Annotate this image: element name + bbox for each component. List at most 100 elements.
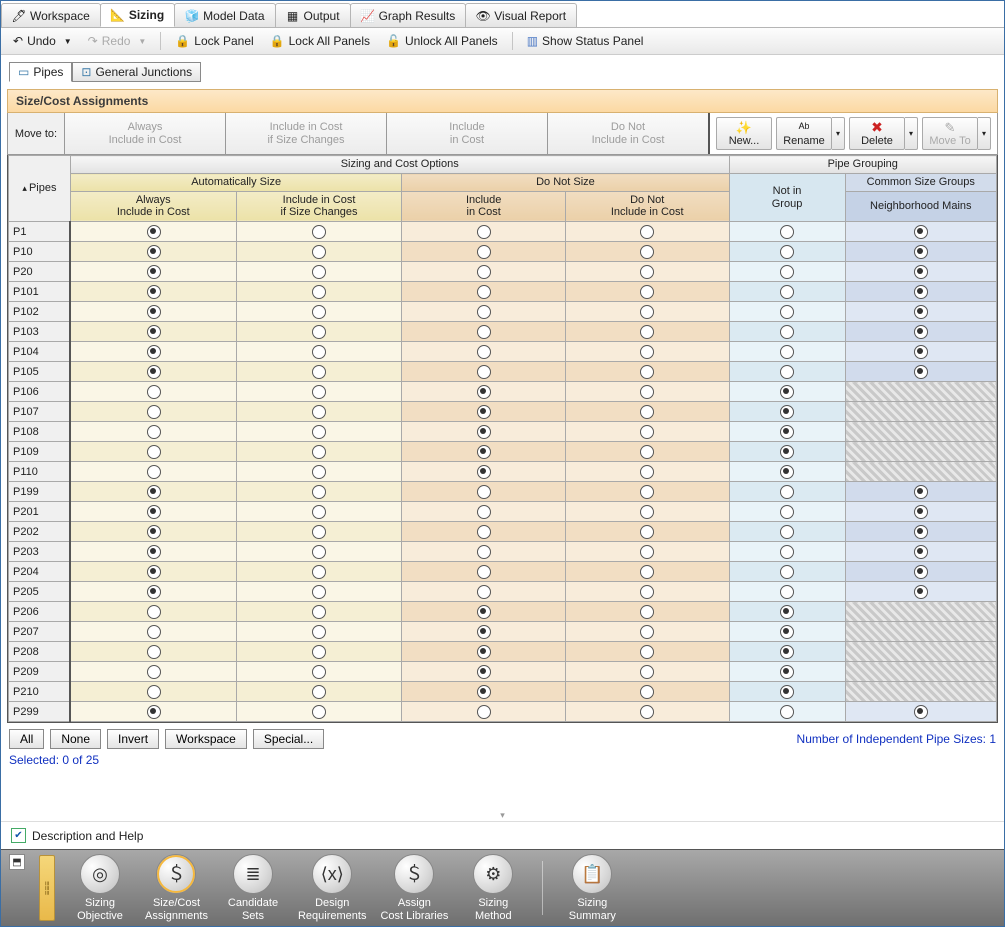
tab-output[interactable]: ▦Output [275,3,351,27]
sizing-radio-cell[interactable] [402,242,566,262]
select-special--button[interactable]: Special... [253,729,324,749]
pipes-column-header[interactable]: Pipes [9,156,71,222]
not-in-group-radio[interactable] [729,622,845,642]
sizing-radio-cell[interactable] [236,542,402,562]
pipe-id-cell[interactable]: P206 [9,602,71,622]
not-in-group-radio[interactable] [729,302,845,322]
sizing-radio-cell[interactable] [236,422,402,442]
csg-radio[interactable] [845,542,996,562]
pipe-id-cell[interactable]: P299 [9,702,71,722]
sizing-radio-cell[interactable] [236,382,402,402]
sizing-radio-cell[interactable] [402,642,566,662]
sizing-radio-cell[interactable] [565,702,729,722]
sizing-radio-cell[interactable] [565,562,729,582]
not-in-group-radio[interactable] [729,582,845,602]
sizing-radio-cell[interactable] [70,302,236,322]
sizing-radio-cell[interactable] [236,222,402,242]
sizing-radio-cell[interactable] [402,522,566,542]
pipe-id-cell[interactable]: P207 [9,622,71,642]
sizing-radio-cell[interactable] [70,242,236,262]
csg-radio[interactable] [845,522,996,542]
not-in-group-radio[interactable] [729,462,845,482]
sizing-radio-cell[interactable] [70,502,236,522]
rename-group-button[interactable]: ᴬᵇRename [776,117,832,150]
not-in-group-radio[interactable] [729,502,845,522]
sizing-radio-cell[interactable] [402,442,566,462]
select-invert-button[interactable]: Invert [107,729,159,749]
pipe-id-cell[interactable]: P201 [9,502,71,522]
new-group-button[interactable]: ✨New... [716,117,772,150]
sizing-radio-cell[interactable] [70,342,236,362]
sizing-radio-cell[interactable] [236,702,402,722]
sizing-radio-cell[interactable] [402,702,566,722]
csg-radio[interactable] [845,362,996,382]
pipe-id-cell[interactable]: P107 [9,402,71,422]
sizing-radio-cell[interactable] [236,322,402,342]
sizing-radio-cell[interactable] [70,402,236,422]
splitter-handle[interactable]: ▾ [1,809,1004,821]
sizing-radio-cell[interactable] [565,642,729,662]
csg-radio[interactable] [845,282,996,302]
csg-radio[interactable] [845,502,996,522]
sizing-radio-cell[interactable] [236,362,402,382]
sizing-radio-cell[interactable] [236,242,402,262]
unlock-all-panels-button[interactable]: 🔓 Unlock All Panels [380,32,504,50]
sizing-radio-cell[interactable] [70,542,236,562]
not-in-group-radio[interactable] [729,562,845,582]
sizing-radio-cell[interactable] [236,462,402,482]
sizing-radio-cell[interactable] [565,242,729,262]
csg-radio[interactable] [845,342,996,362]
sizing-radio-cell[interactable] [565,522,729,542]
sizing-radio-cell[interactable] [402,602,566,622]
sizing-radio-cell[interactable] [402,302,566,322]
sizing-radio-cell[interactable] [236,402,402,422]
delete-dropdown[interactable]: ▾ [905,117,918,150]
select-workspace-button[interactable]: Workspace [165,729,247,749]
sizing-radio-cell[interactable] [565,382,729,402]
move-to-btn-3[interactable]: Do NotInclude in Cost [548,113,708,154]
sizing-radio-cell[interactable] [236,442,402,462]
sizing-radio-cell[interactable] [565,662,729,682]
sizing-radio-cell[interactable] [236,582,402,602]
sizing-radio-cell[interactable] [402,322,566,342]
nav-design-requirements[interactable]: ⟨x⟩Design Requirements [298,854,366,921]
csg-radio[interactable] [845,242,996,262]
rename-dropdown[interactable]: ▾ [832,117,845,150]
sizing-radio-cell[interactable] [236,662,402,682]
not-in-group-radio[interactable] [729,402,845,422]
csg-radio[interactable] [845,562,996,582]
sizing-radio-cell[interactable] [402,362,566,382]
pipe-id-cell[interactable]: P204 [9,562,71,582]
sizing-radio-cell[interactable] [70,562,236,582]
pipe-id-cell[interactable]: P104 [9,342,71,362]
csg-radio[interactable] [845,482,996,502]
nav-sizing-method[interactable]: ⚙Sizing Method [462,854,524,921]
not-in-group-radio[interactable] [729,382,845,402]
not-in-group-radio[interactable] [729,682,845,702]
sizing-radio-cell[interactable] [565,302,729,322]
pin-button[interactable]: ⬒ [9,854,25,870]
sizing-radio-cell[interactable] [236,562,402,582]
sizing-radio-cell[interactable] [565,602,729,622]
subtab-pipes[interactable]: ▭Pipes [9,62,72,82]
sizing-radio-cell[interactable] [236,282,402,302]
sizing-radio-cell[interactable] [402,222,566,242]
sizing-radio-cell[interactable] [402,342,566,362]
nav-candidate-sets[interactable]: ≣Candidate Sets [222,854,284,921]
not-in-group-radio[interactable] [729,322,845,342]
sizing-radio-cell[interactable] [402,542,566,562]
csg-radio[interactable] [845,322,996,342]
sizing-radio-cell[interactable] [70,462,236,482]
lock-panel-button[interactable]: 🔒 Lock Panel [169,32,259,50]
csg-radio[interactable] [845,702,996,722]
pipe-id-cell[interactable]: P106 [9,382,71,402]
not-in-group-radio[interactable] [729,642,845,662]
sizing-radio-cell[interactable] [236,342,402,362]
sizing-radio-cell[interactable] [70,582,236,602]
sizing-radio-cell[interactable] [565,422,729,442]
nav-sizing-objective[interactable]: ◎Sizing Objective [69,854,131,921]
sizing-radio-cell[interactable] [236,302,402,322]
csg-radio[interactable] [845,222,996,242]
sizing-radio-cell[interactable] [402,402,566,422]
sizing-radio-cell[interactable] [565,622,729,642]
